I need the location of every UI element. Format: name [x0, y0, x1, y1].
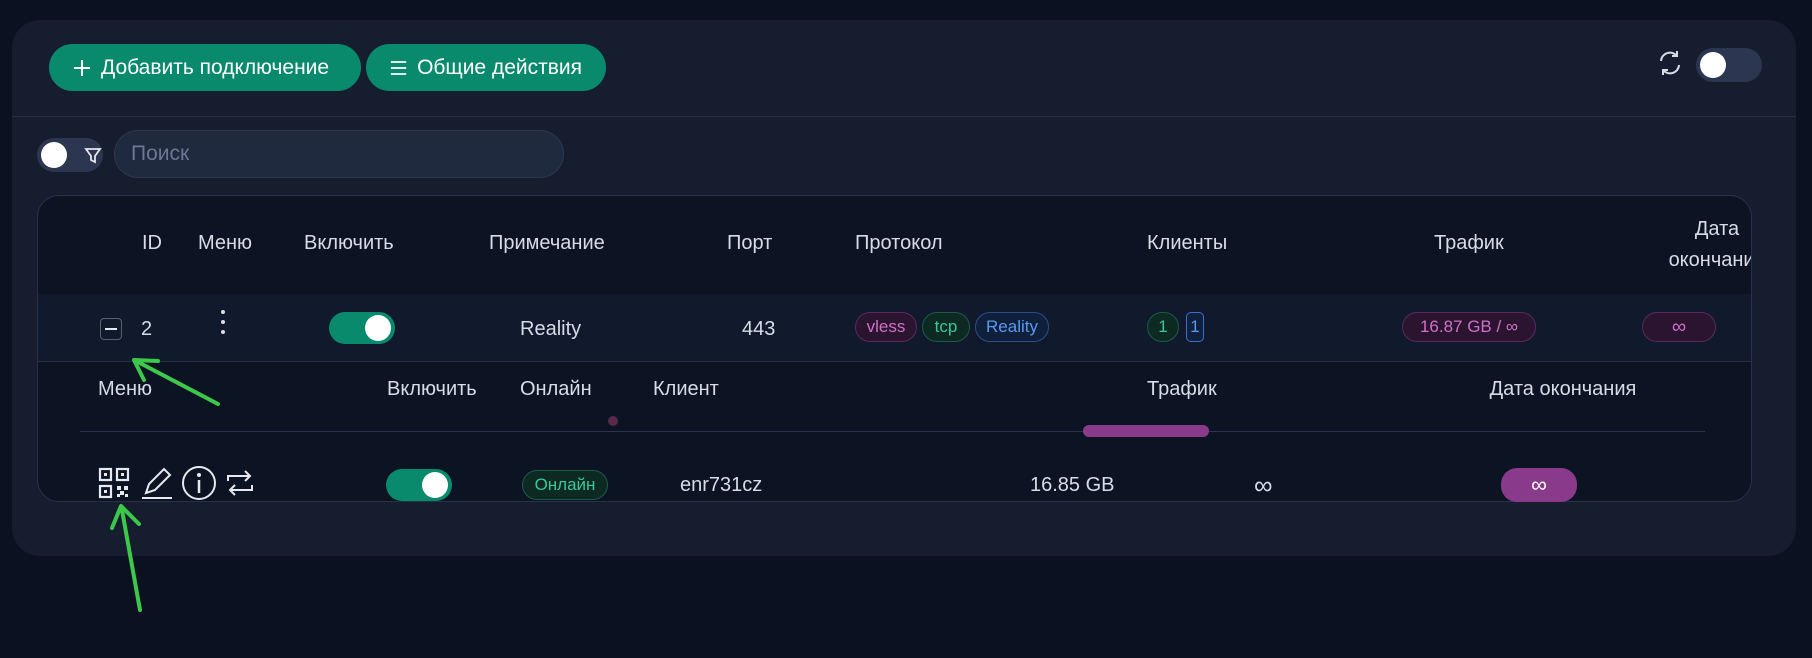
kebab-icon[interactable] [219, 308, 227, 338]
client-enable-toggle[interactable] [386, 469, 452, 501]
toggle-knob [41, 142, 67, 168]
divider [80, 431, 1705, 432]
sub-col-client: Клиент [653, 378, 719, 400]
client-status-dot [608, 416, 618, 426]
col-expiry-line2: окончания [1668, 249, 1751, 271]
info-icon[interactable] [181, 465, 217, 501]
sub-col-enable: Включить [387, 378, 477, 400]
inbounds-table: ID Меню Включить Примечание Порт Протоко… [37, 195, 1752, 502]
sub-col-traffic: Трафик [1147, 378, 1217, 400]
qrcode-icon[interactable] [98, 467, 130, 499]
plus-icon [74, 59, 90, 76]
col-enable: Включить [304, 232, 394, 254]
add-connection-button[interactable]: Добавить подключение [49, 44, 361, 91]
clients-online-badge: 1 [1186, 312, 1204, 342]
protocol-tag-tcp: tcp [922, 312, 970, 342]
col-clients: Клиенты [1147, 232, 1228, 254]
online-status-badge: Онлайн [522, 470, 608, 500]
menu-icon [390, 60, 407, 75]
collapse-button[interactable] [100, 318, 122, 340]
expiry-badge: ∞ [1642, 312, 1716, 342]
refresh-icon[interactable] [1655, 48, 1685, 78]
row-note: Reality [520, 318, 582, 340]
client-expiry-badge: ∞ [1501, 468, 1577, 502]
traffic-badge: 16.87 GB / ∞ [1402, 312, 1536, 342]
col-note: Примечание [489, 232, 605, 254]
row-id: 2 [141, 318, 153, 340]
col-id: ID [142, 232, 162, 254]
common-actions-button[interactable]: Общие действия [366, 44, 606, 91]
clients-total-badge: 1 [1147, 312, 1179, 342]
sub-col-online: Онлайн [520, 378, 592, 400]
repeat-icon[interactable] [224, 467, 256, 499]
sub-col-menu: Меню [98, 378, 153, 400]
col-traffic: Трафик [1434, 232, 1504, 254]
toolbar: Добавить подключение Общие действия [12, 20, 1796, 117]
client-name: enr731cz [680, 474, 763, 496]
col-port: Порт [727, 232, 773, 254]
col-protocol: Протокол [855, 232, 943, 254]
client-traffic-limit: ∞ [1254, 470, 1273, 500]
col-menu: Меню [198, 232, 253, 254]
add-connection-label: Добавить подключение [101, 55, 330, 79]
toggle-knob [1700, 52, 1726, 78]
col-expiry-line1: Дата [1694, 218, 1740, 240]
table-header: ID Меню Включить Примечание Порт Протоко… [38, 196, 1751, 295]
row-enable-toggle[interactable] [329, 312, 395, 344]
common-actions-label: Общие действия [417, 55, 582, 79]
sub-col-expiry: Дата окончания [1489, 378, 1637, 400]
toggle-knob [365, 315, 391, 341]
traffic-progress-bar [1083, 425, 1209, 437]
auto-refresh-toggle[interactable] [1696, 48, 1762, 82]
filter-icon [84, 148, 102, 164]
toggle-knob [422, 472, 448, 498]
protocol-tag-reality: Reality [975, 312, 1049, 342]
protocol-tag-vless: vless [855, 312, 917, 342]
search-input[interactable] [114, 130, 564, 178]
client-traffic-used: 16.85 GB [1030, 474, 1115, 496]
row-port: 443 [742, 318, 776, 340]
edit-icon[interactable] [140, 466, 174, 500]
